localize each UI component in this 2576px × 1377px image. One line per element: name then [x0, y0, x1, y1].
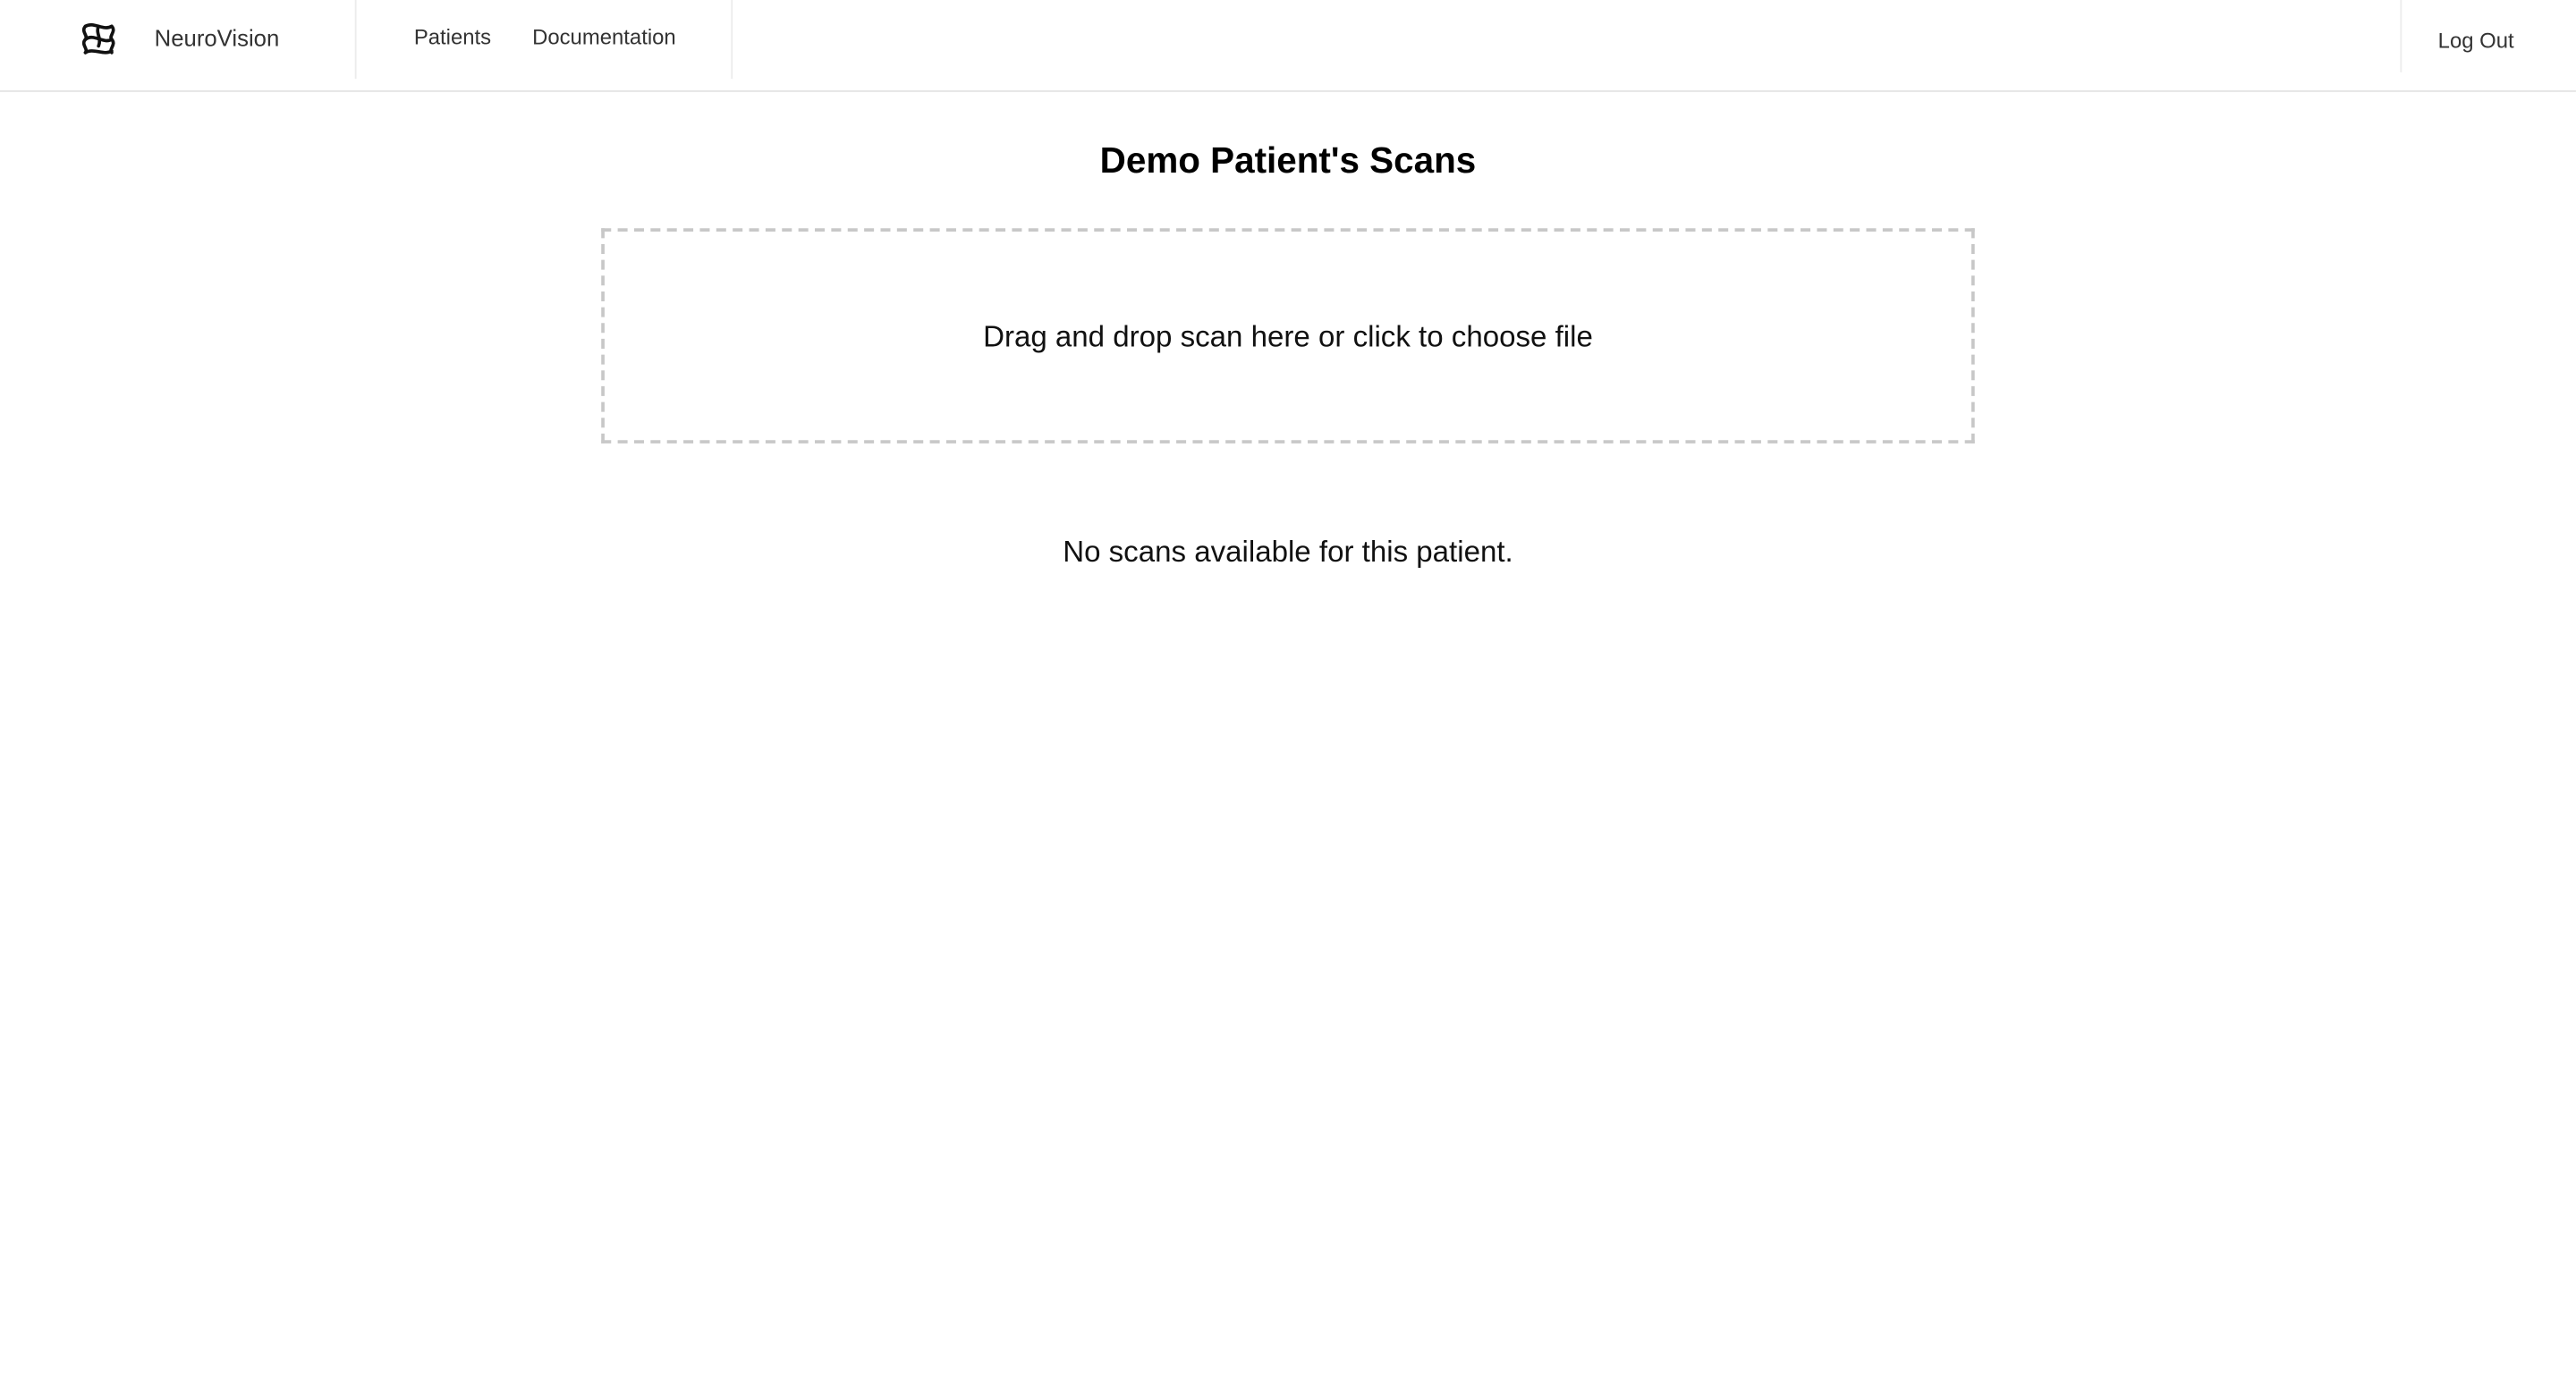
- brain-logo-icon[interactable]: [79, 18, 118, 57]
- nav-link-documentation[interactable]: Documentation: [532, 25, 676, 51]
- primary-nav: Patients Documentation: [357, 0, 733, 80]
- nav-link-patients[interactable]: Patients: [414, 25, 491, 51]
- logout-button[interactable]: Log Out: [2438, 28, 2514, 54]
- scan-upload-dropzone[interactable]: Drag and drop scan here or click to choo…: [601, 228, 1975, 444]
- brand-name[interactable]: NeuroVision: [155, 23, 280, 53]
- empty-scans-message: No scans available for this patient.: [1063, 535, 1513, 569]
- page-title: Demo Patient's Scans: [1099, 139, 1477, 182]
- nav-right: Log Out: [2400, 0, 2576, 72]
- brand: NeuroVision: [0, 0, 357, 80]
- app-viewport: NeuroVision Patients Documentation Log O…: [0, 0, 2576, 1377]
- dropzone-text: Drag and drop scan here or click to choo…: [983, 319, 1593, 352]
- top-navbar: NeuroVision Patients Documentation Log O…: [0, 0, 2576, 92]
